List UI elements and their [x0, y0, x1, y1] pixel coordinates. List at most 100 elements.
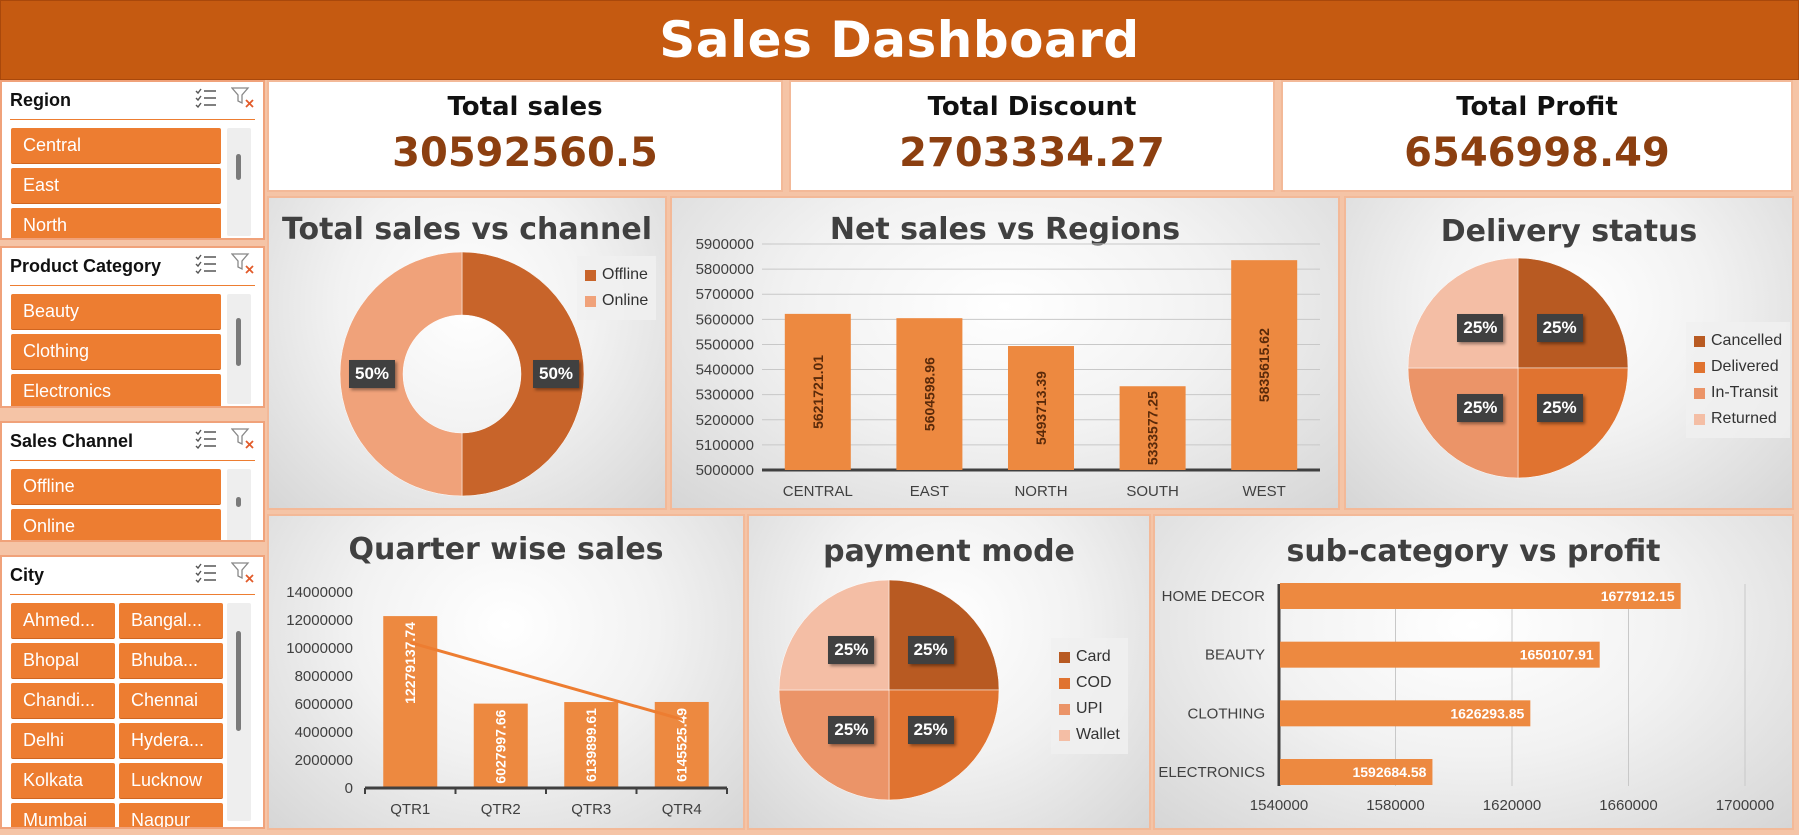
kpi-label: Total Discount: [927, 92, 1137, 122]
y-tick-label: BEAUTY: [1205, 647, 1265, 664]
slicer-item-city[interactable]: Ahmed...: [11, 603, 115, 639]
slicer-item-beauty[interactable]: Beauty: [11, 294, 221, 330]
data-label: 25%: [828, 715, 875, 744]
channel-chart-panel[interactable]: Total sales vs channel Offline Online 50%…: [267, 196, 667, 510]
slicer-item-city[interactable]: Hydera...: [119, 723, 223, 759]
legend-item[interactable]: Delivered: [1694, 354, 1782, 380]
kpi-total-discount: Total Discount 2703334.27: [789, 80, 1275, 192]
data-label: 1677912.15: [1601, 588, 1675, 604]
legend-item[interactable]: Cancelled: [1694, 328, 1782, 354]
data-label: 25%: [1536, 314, 1583, 343]
legend-label: Cancelled: [1711, 332, 1783, 349]
slicer-title: City: [10, 565, 45, 585]
y-tick-label: 5200000: [696, 412, 754, 429]
y-tick-label: 5800000: [696, 261, 754, 278]
legend-swatch: [585, 295, 596, 307]
quarter-chart-panel[interactable]: Quarter wise sales 0 2000000 4000000 600000…: [267, 514, 745, 830]
slicer-item-city[interactable]: Nagpur: [119, 803, 223, 827]
slicer-scrollbar[interactable]: [227, 294, 251, 404]
multi-select-icon[interactable]: [195, 563, 217, 588]
pie-slice-card[interactable]: [888, 579, 1000, 691]
delivery-chart-panel[interactable]: Delivery status Cancelled Delivered In-Tra…: [1344, 196, 1794, 510]
clear-filter-icon[interactable]: [230, 428, 255, 455]
legend-item[interactable]: Online: [585, 288, 648, 314]
multi-select-icon[interactable]: [195, 429, 217, 454]
x-tick-label: NORTH: [1014, 483, 1067, 500]
slicer-item-clothing[interactable]: Clothing: [11, 334, 221, 370]
legend-label: In-Transit: [1711, 384, 1778, 401]
subcat-chart-panel[interactable]: sub-category vs profit 1540000 1580000 162…: [1153, 514, 1794, 830]
y-tick-label: 6000000: [295, 696, 353, 713]
sales-channel-slicer: Sales Channel Offline Online: [0, 421, 265, 542]
pie-slice-returned[interactable]: [1407, 257, 1519, 369]
clear-filter-icon[interactable]: [230, 562, 255, 589]
x-tick-label: QTR1: [390, 801, 430, 818]
slicer-item-offline[interactable]: Offline: [11, 469, 221, 505]
data-label: 6027997.66: [493, 709, 509, 783]
slicer-item-city[interactable]: Chennai: [119, 683, 223, 719]
slicer-item-electronics[interactable]: Electronics: [11, 374, 221, 406]
legend-item[interactable]: Wallet: [1059, 722, 1120, 748]
clear-filter-icon[interactable]: [230, 253, 255, 280]
legend-swatch: [1694, 361, 1705, 373]
slicer-header: Product Category: [10, 248, 255, 286]
legend-item[interactable]: Card: [1059, 644, 1120, 670]
slicer-item-city[interactable]: Chandi...: [11, 683, 115, 719]
pie-slice-cod[interactable]: [888, 689, 1000, 801]
slicer-item-city[interactable]: Bangal...: [119, 603, 223, 639]
data-label: 25%: [907, 715, 954, 744]
y-tick-label: 5900000: [696, 236, 754, 253]
slicer-scrollbar[interactable]: [227, 603, 251, 821]
y-tick-label: 8000000: [295, 668, 353, 685]
legend-swatch: [1059, 729, 1070, 741]
slicer-item-city[interactable]: Kolkata: [11, 763, 115, 799]
multi-select-icon[interactable]: [195, 254, 217, 279]
slicer-item-city[interactable]: Delhi: [11, 723, 115, 759]
city-slicer: City Ahmed... Bangal... Bhopal Bhuba... Chan…: [0, 555, 265, 829]
x-tick-label: 1580000: [1366, 797, 1424, 814]
chart-legend: Card COD UPI Wallet: [1051, 638, 1128, 754]
y-tick-label: 5300000: [696, 387, 754, 404]
kpi-total-profit: Total Profit 6546998.49: [1281, 80, 1793, 192]
pie-slice-cancelled[interactable]: [1517, 257, 1629, 369]
legend-item[interactable]: Offline: [585, 262, 648, 288]
slicer-title: Product Category: [10, 256, 162, 276]
slicer-item-north[interactable]: North: [11, 208, 221, 238]
x-tick-label: 1700000: [1716, 797, 1774, 814]
slicer-item-central[interactable]: Central: [11, 128, 221, 164]
pie-slice-in-transit[interactable]: [1407, 367, 1519, 479]
legend-swatch: [1059, 677, 1070, 689]
slicer-item-city[interactable]: Bhopal: [11, 643, 115, 679]
slicer-item-city[interactable]: Lucknow: [119, 763, 223, 799]
slicer-item-online[interactable]: Online: [11, 509, 221, 540]
slicer-item-east[interactable]: East: [11, 168, 221, 204]
pie-slice-upi[interactable]: [778, 689, 890, 801]
legend-item[interactable]: In-Transit: [1694, 380, 1782, 406]
slicer-item-city[interactable]: Bhuba...: [119, 643, 223, 679]
pie-slice-delivered[interactable]: [1517, 367, 1629, 479]
x-tick-label: 1540000: [1250, 797, 1308, 814]
slicer-item-city[interactable]: Mumbai: [11, 803, 115, 827]
kpi-total-sales: Total sales 30592560.5: [267, 80, 783, 192]
slicer-scrollbar[interactable]: [227, 469, 251, 540]
y-tick-label: 14000000: [286, 584, 353, 601]
data-label: 25%: [828, 636, 875, 665]
multi-select-icon[interactable]: [195, 88, 217, 113]
pie-slice-wallet[interactable]: [778, 579, 890, 691]
clear-filter-icon[interactable]: [230, 87, 255, 114]
legend-swatch: [585, 269, 596, 281]
legend-item[interactable]: Returned: [1694, 406, 1782, 432]
region-slicer: Region Central East North: [0, 80, 265, 240]
slicer-scrollbar[interactable]: [227, 128, 251, 236]
data-label: 1592684.58: [1352, 764, 1426, 780]
y-tick-label: CLOTHING: [1187, 705, 1265, 722]
slicer-header: Region: [10, 82, 255, 120]
legend-label: Card: [1076, 648, 1111, 665]
payment-chart-panel[interactable]: payment mode Card COD UPI Wallet 25% 25% 25% 2…: [747, 514, 1151, 830]
legend-item[interactable]: UPI: [1059, 696, 1120, 722]
legend-item[interactable]: COD: [1059, 670, 1120, 696]
y-tick-label: HOME DECOR: [1162, 588, 1266, 605]
regions-chart-panel[interactable]: Net sales vs Regions 5000000 5100000 52000…: [670, 196, 1340, 510]
data-label: 5493713.39: [1033, 371, 1049, 445]
x-tick-label: SOUTH: [1126, 483, 1179, 500]
